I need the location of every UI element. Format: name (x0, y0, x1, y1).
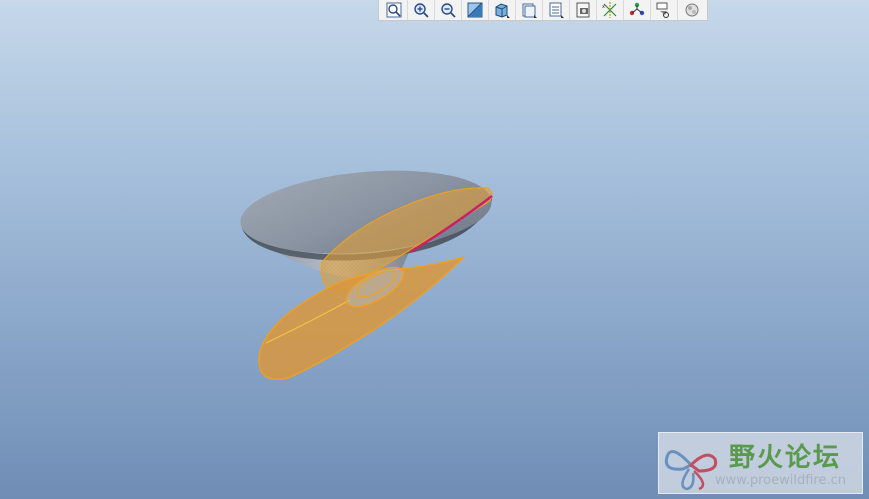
model-scene[interactable] (0, 0, 869, 499)
display-style-icon (495, 3, 510, 18)
repaint-button[interactable] (463, 0, 489, 20)
appearance-gallery-icon (656, 2, 669, 18)
annotation-display-button[interactable]: x (598, 0, 624, 20)
model-display-button[interactable] (679, 0, 705, 20)
datum-display-icon (576, 2, 590, 18)
view-toolbar: x (378, 0, 708, 21)
zoom-in-icon (414, 3, 429, 18)
view-manager-button[interactable] (544, 0, 570, 20)
model-display-icon (685, 3, 698, 17)
zoom-out-icon (441, 3, 456, 18)
watermark-title: 野火论坛 (729, 443, 842, 473)
spin-center-button[interactable] (625, 0, 651, 20)
saved-orientations-button[interactable] (517, 0, 543, 20)
annotation-display-icon: x (602, 2, 617, 18)
repaint-icon (467, 2, 483, 18)
spin-center-icon (629, 2, 645, 16)
zoom-in-button[interactable] (409, 0, 435, 20)
forum-watermark: 野火论坛 www.proewildfire.cn (658, 432, 863, 494)
appearance-gallery-button[interactable] (652, 0, 678, 20)
datum-display-button[interactable] (571, 0, 597, 20)
graphics-viewport[interactable]: x 野火论坛 www.proewildfire.cn (0, 0, 869, 499)
svg-text:x: x (602, 4, 605, 10)
view-manager-icon (549, 2, 564, 18)
refit-icon (386, 2, 402, 18)
saved-orientations-icon (522, 3, 537, 18)
butterfly-logo-icon (664, 450, 718, 491)
refit-button[interactable] (382, 0, 408, 20)
watermark-url: www.proewildfire.cn (715, 473, 846, 488)
zoom-out-button[interactable] (436, 0, 462, 20)
display-style-button[interactable] (490, 0, 516, 20)
